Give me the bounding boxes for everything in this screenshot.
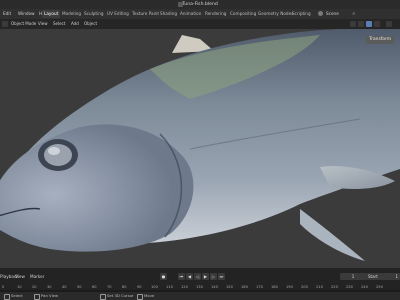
tab-scripting[interactable]: Scripting: [292, 9, 311, 19]
prev-keyframe-icon[interactable]: ◀: [186, 273, 193, 280]
jump-end-icon[interactable]: ⏭: [218, 273, 225, 280]
current-frame-field[interactable]: 1: [340, 273, 366, 280]
tab-animation[interactable]: Animation: [180, 9, 201, 19]
tab-texture-paint[interactable]: Texture Paint: [132, 9, 159, 19]
menu-add[interactable]: Add: [71, 19, 79, 29]
mouse-left-icon: [4, 294, 10, 300]
status-context: Set 3D Cursor: [107, 293, 134, 298]
fish-model: [0, 29, 400, 261]
mode-select[interactable]: Object Mode: [11, 19, 36, 29]
eye: [44, 144, 72, 166]
start-value: 1: [395, 274, 398, 279]
fish-head: [0, 124, 194, 252]
viewport-shading-icon[interactable]: [374, 21, 380, 27]
tab-modeling[interactable]: Modeling: [62, 9, 81, 19]
tab-shading[interactable]: Shading: [160, 9, 177, 19]
status-select: Select: [11, 293, 23, 298]
scene-icon: [318, 11, 323, 16]
menu-view[interactable]: View: [38, 19, 48, 29]
timeline-view-menu[interactable]: View: [15, 272, 25, 281]
status-bar: Select Pan View Set 3D Cursor Move: [0, 292, 400, 300]
start-label: Start: [368, 274, 378, 279]
transform-panel-button[interactable]: Transform: [366, 36, 394, 44]
3d-viewport[interactable]: Transform: [0, 29, 400, 268]
start-frame-field[interactable]: Start 1: [366, 273, 400, 280]
pelvic-fin: [300, 209, 365, 261]
viewport-shading-icon[interactable]: [350, 21, 356, 27]
editor-type-icon[interactable]: [2, 21, 8, 27]
viewport-shading-icon[interactable]: [358, 21, 364, 27]
menu-window[interactable]: Window: [18, 9, 35, 19]
tab-geometry-nodes[interactable]: Geometry Nodes: [258, 9, 293, 19]
record-icon[interactable]: ●: [160, 273, 167, 280]
status-move: Move: [144, 293, 155, 298]
tab-compositing[interactable]: Compositing: [230, 9, 256, 19]
play-icon[interactable]: ▶: [202, 273, 209, 280]
mouse-right-icon: [100, 294, 106, 300]
mouse-middle-icon: [34, 294, 40, 300]
status-pan: Pan View: [41, 293, 59, 298]
menu-bar: Edit Window Help Layout Modeling Sculpti…: [0, 9, 400, 19]
menu-edit[interactable]: Edit: [3, 9, 11, 19]
mouse-drag-icon: [137, 294, 143, 300]
jump-start-icon[interactable]: ⏮: [178, 273, 185, 280]
scene-name[interactable]: Scene: [326, 9, 339, 19]
tab-sculpting[interactable]: Sculpting: [84, 9, 104, 19]
menu-select[interactable]: Select: [53, 19, 65, 29]
window-title: Tuna-Fish.blend: [182, 2, 218, 7]
viewport-header: Object Mode View Select Add Object: [0, 19, 400, 29]
eye-highlight: [48, 147, 60, 155]
title-bar: Tuna-Fish.blend: [0, 0, 400, 9]
options-icon[interactable]: [386, 21, 392, 27]
play-reverse-icon[interactable]: ◁: [194, 273, 201, 280]
tab-layout[interactable]: Layout: [42, 10, 61, 18]
timeline-marker-menu[interactable]: Marker: [30, 272, 44, 281]
menu-object[interactable]: Object: [84, 19, 97, 29]
close-icon[interactable]: ✕: [352, 9, 356, 19]
tab-uv-editing[interactable]: UV Editing: [107, 9, 129, 19]
tab-rendering[interactable]: Rendering: [205, 9, 226, 19]
next-keyframe-icon[interactable]: ▷: [210, 273, 217, 280]
viewport-shading-icon[interactable]: [366, 21, 372, 27]
